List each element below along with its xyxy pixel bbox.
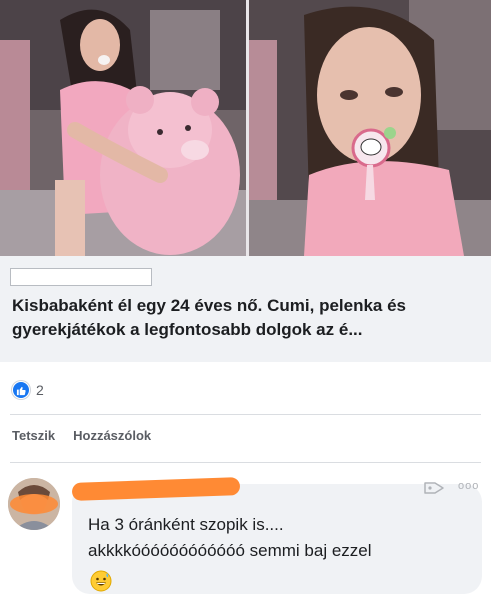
- redacted-source-domain: [10, 268, 152, 286]
- comment: ooo Ha 3 óránként szopik is.... akkkkóóó…: [0, 470, 491, 598]
- avatar[interactable]: [8, 478, 60, 530]
- tag-icon[interactable]: [423, 480, 445, 496]
- photo-woman-with-pacifier[interactable]: [249, 0, 491, 256]
- photo-woman-with-teddy-bear[interactable]: [0, 0, 246, 256]
- comment-line-1: Ha 3 óránként szopik is....: [88, 515, 284, 534]
- like-thumb-icon: [12, 381, 30, 399]
- reaction-summary[interactable]: 2: [12, 380, 44, 400]
- like-button[interactable]: Tetszik: [12, 428, 55, 443]
- comment-line-2: akkkkóóóóóóóóóóóó semmi baj ezzel: [88, 541, 372, 560]
- divider: [10, 462, 481, 463]
- post-actions: Tetszik Hozzászólok: [12, 428, 151, 443]
- reaction-count: 2: [36, 382, 44, 398]
- comment-button[interactable]: Hozzászólok: [73, 428, 151, 443]
- more-options-icon[interactable]: ooo: [458, 480, 479, 492]
- link-headline[interactable]: Kisbabaként él egy 24 éves nő. Cumi, pel…: [12, 294, 482, 342]
- comment-text: Ha 3 óránként szopik is.... akkkkóóóóóóó…: [88, 512, 478, 564]
- divider: [10, 414, 481, 415]
- link-preview-card[interactable]: Kisbabaként él egy 24 éves nő. Cumi, pel…: [0, 256, 491, 362]
- post-photos[interactable]: [0, 0, 491, 256]
- grinning-sweat-emoji-icon: [90, 570, 112, 592]
